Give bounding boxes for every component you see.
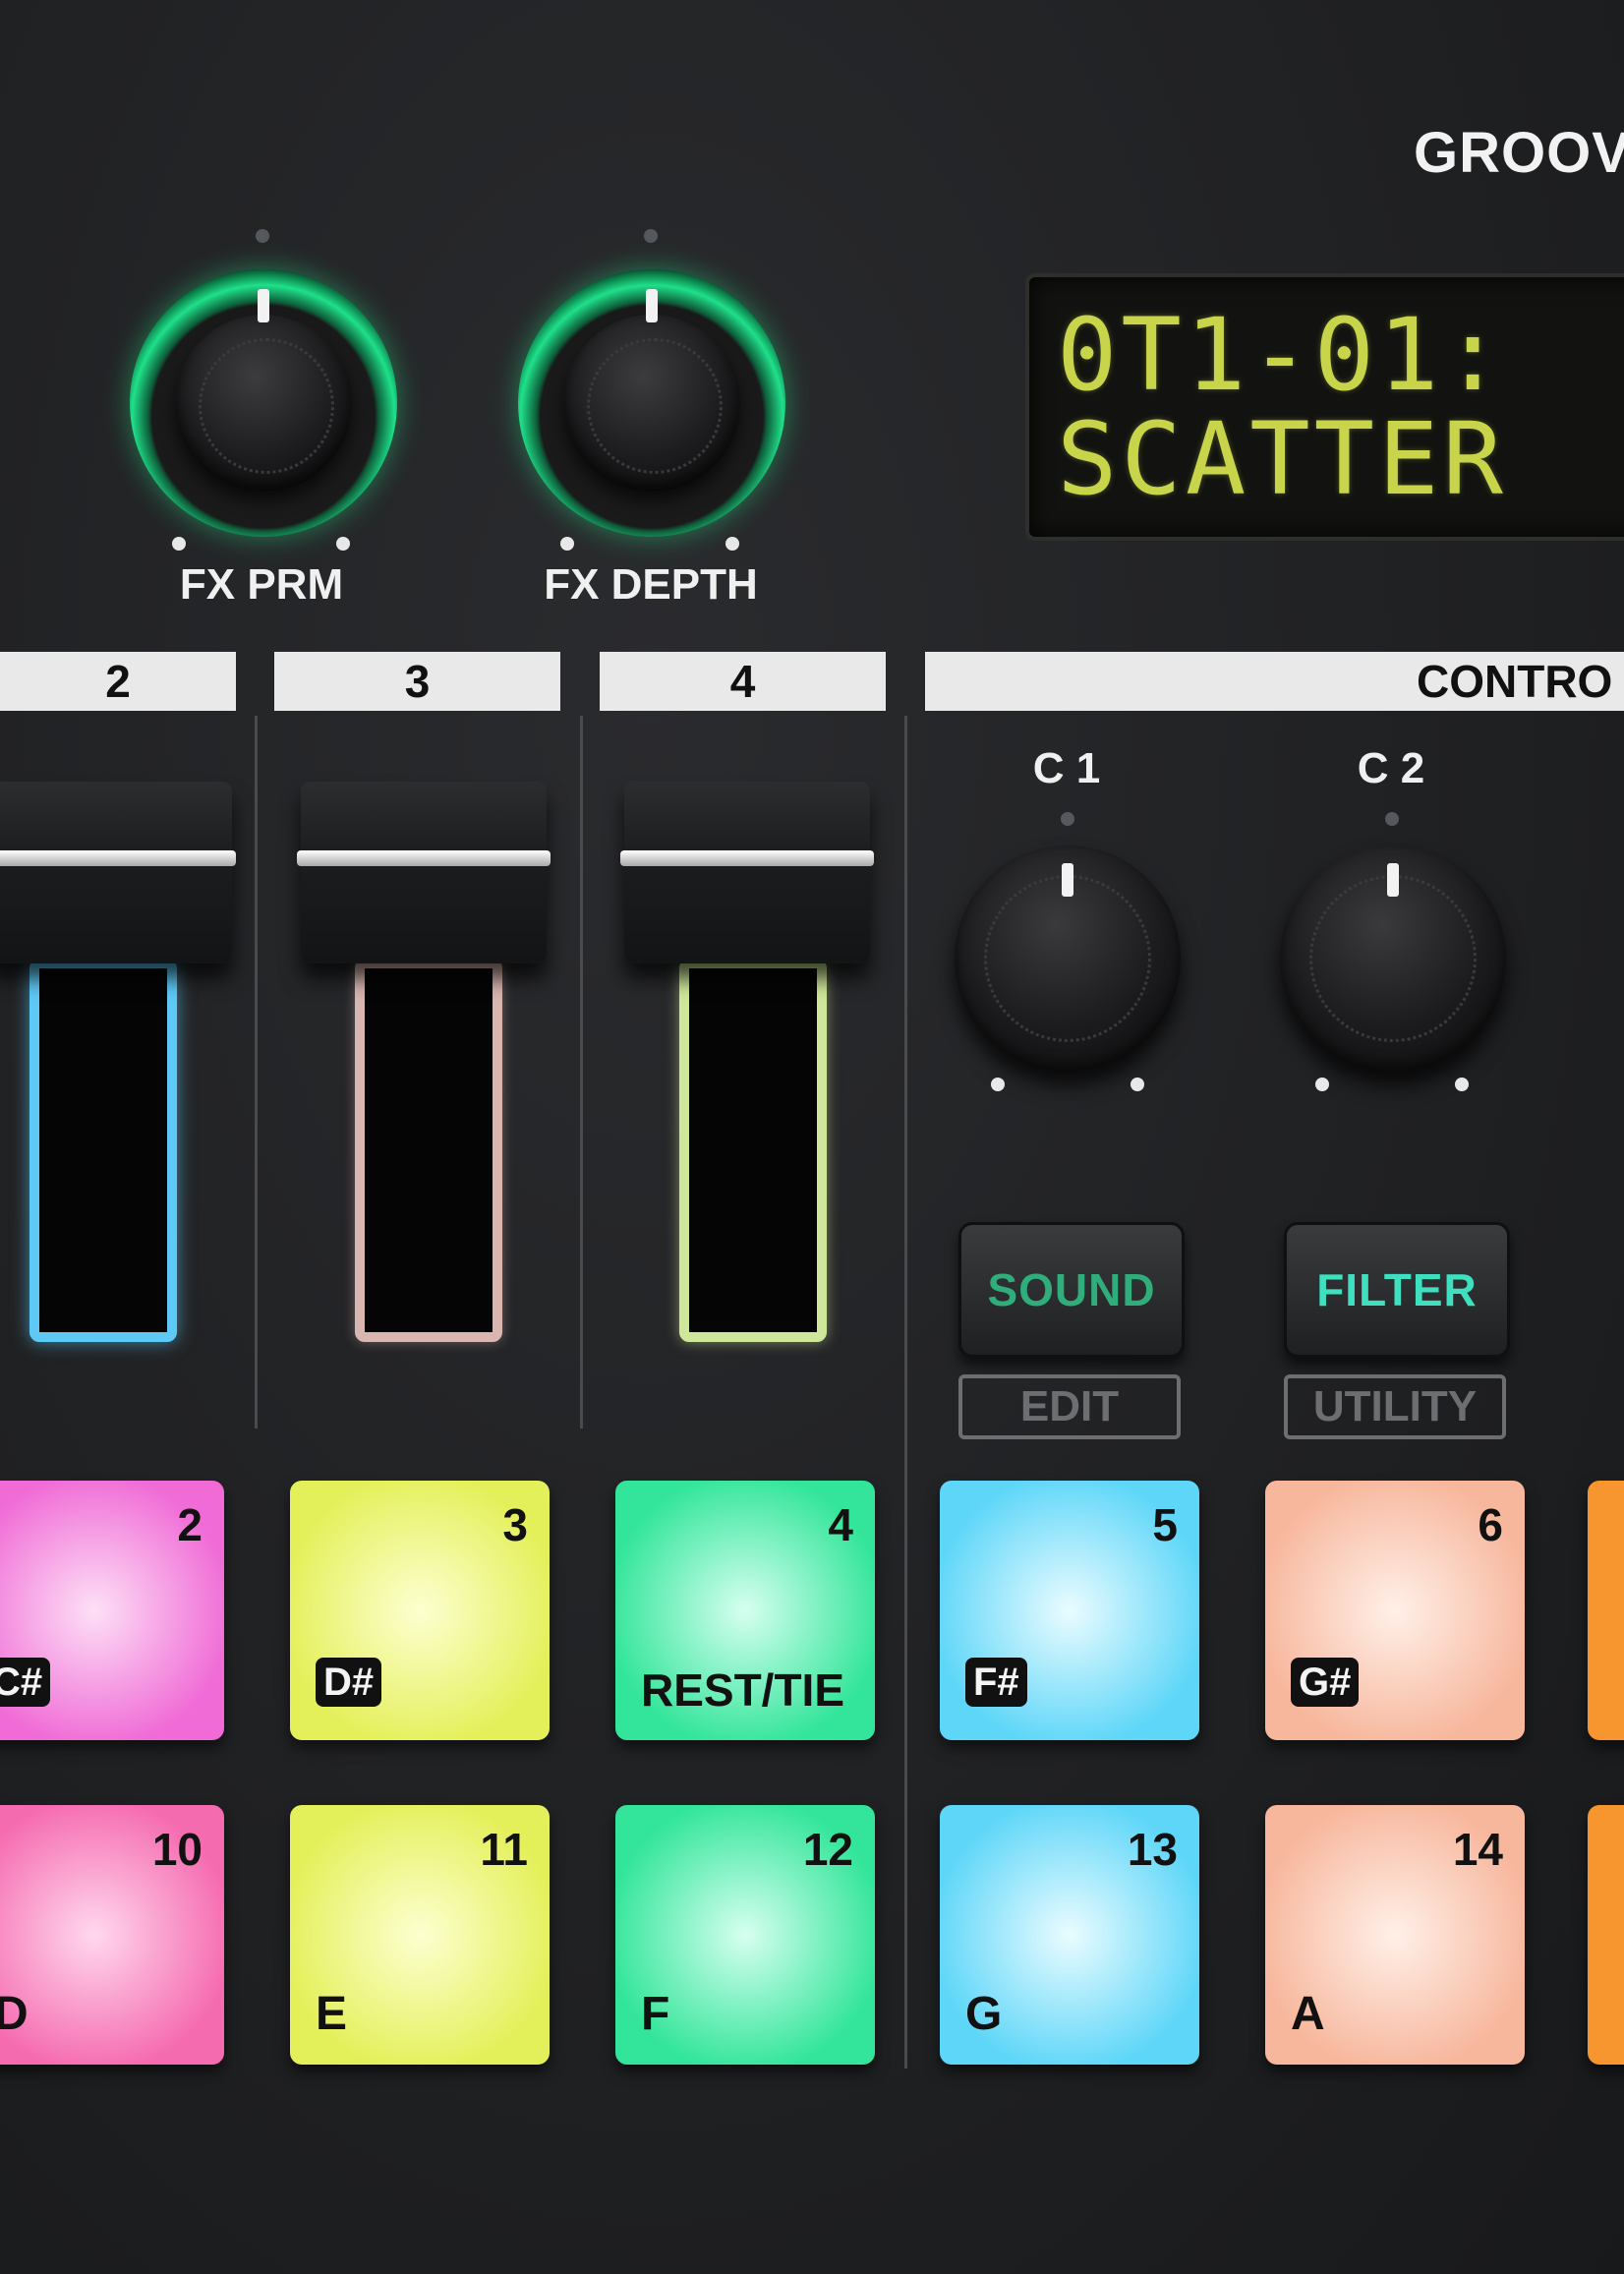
pad-13[interactable]: 13 G: [940, 1805, 1199, 2065]
track-header-2: 2: [0, 652, 236, 711]
pad-10[interactable]: 10 D: [0, 1805, 224, 2065]
pad-number: 11: [480, 1824, 528, 1875]
pad-7[interactable]: [1588, 1481, 1624, 1740]
pad-note: A: [1291, 1988, 1325, 2040]
track-divider: [255, 716, 258, 1429]
device-panel: GROOV FX PRM FX DEPTH 0T1-01: SCATTER 2 …: [0, 0, 1624, 2274]
pad-number: 13: [1127, 1824, 1178, 1875]
control-header: CONTRO: [925, 652, 1624, 711]
fx-depth-knob-cap: [563, 315, 740, 492]
fx-prm-knob-cap: [175, 315, 352, 492]
track-divider: [580, 716, 583, 1429]
fader-track-3-handle[interactable]: [297, 782, 551, 963]
c2-knob[interactable]: [1280, 845, 1506, 1072]
pad-11[interactable]: 11 E: [290, 1805, 550, 2065]
fx-depth-label: FX DEPTH: [544, 560, 758, 609]
c1-max-dot: [1131, 1078, 1144, 1091]
lcd-display: 0T1-01: SCATTER: [1025, 273, 1624, 541]
fader-track-2-slot: [29, 959, 177, 1342]
pad-number: 2: [177, 1499, 203, 1550]
track-header-4: 4: [600, 652, 886, 711]
fader-track-4-slot: [679, 959, 827, 1342]
fx-depth-min-dot: [560, 537, 574, 551]
fx-depth-knob[interactable]: [518, 269, 785, 537]
brand-logo: GROOV: [1414, 121, 1624, 185]
lcd-line-2: SCATTER: [1057, 401, 1507, 518]
fx-prm-indicator-dot: [256, 229, 269, 243]
pad-note: D: [0, 1988, 29, 2040]
pad-number: 12: [802, 1824, 853, 1875]
pad-note: G: [965, 1988, 1003, 2040]
fx-depth-max-dot: [725, 537, 739, 551]
edit-label: EDIT: [958, 1374, 1181, 1439]
pad-number: 14: [1452, 1824, 1503, 1875]
pad-3[interactable]: 3 D#: [290, 1481, 550, 1740]
track-header-3: 3: [274, 652, 560, 711]
pad-number: 6: [1478, 1499, 1503, 1550]
pad-note: E: [316, 1988, 348, 2040]
pad-number: 5: [1152, 1499, 1178, 1550]
pad-note: D#: [316, 1658, 382, 1707]
pad-note: REST/TIE: [641, 1664, 845, 1716]
pad-number: 4: [828, 1499, 853, 1550]
c1-pointer: [1062, 863, 1073, 897]
c2-min-dot: [1315, 1078, 1329, 1091]
pad-5[interactable]: 5 F#: [940, 1481, 1199, 1740]
fx-prm-label: FX PRM: [179, 560, 344, 609]
c1-label: C 1: [1032, 744, 1101, 792]
c1-indicator-dot: [1061, 812, 1074, 826]
pad-note: C#: [0, 1658, 51, 1707]
c1-min-dot: [991, 1078, 1005, 1091]
pad-4[interactable]: 4 REST/TIE: [615, 1481, 875, 1740]
section-divider: [904, 716, 907, 2069]
fx-prm-knob[interactable]: [130, 269, 397, 537]
fx-depth-indicator-dot: [644, 229, 658, 243]
fx-depth-pointer: [646, 289, 658, 322]
c1-knob[interactable]: [955, 845, 1181, 1072]
pad-number: 10: [151, 1824, 203, 1875]
fx-prm-max-dot: [336, 537, 350, 551]
pad-2[interactable]: 2 C#: [0, 1481, 224, 1740]
pad-note: G#: [1291, 1658, 1360, 1707]
pad-note: F: [641, 1988, 670, 2040]
fx-prm-min-dot: [172, 537, 186, 551]
fader-track-2-handle[interactable]: [0, 782, 236, 963]
pad-note: F#: [965, 1658, 1027, 1707]
pad-6[interactable]: 6 G#: [1265, 1481, 1525, 1740]
fader-track-4-handle[interactable]: [620, 782, 874, 963]
c2-indicator-dot: [1385, 812, 1399, 826]
sound-button[interactable]: SOUND: [958, 1222, 1185, 1358]
pad-15[interactable]: [1588, 1805, 1624, 2065]
pad-12[interactable]: 12 F: [615, 1805, 875, 2065]
utility-label: UTILITY: [1284, 1374, 1506, 1439]
lcd-line-1: 0T1-01:: [1057, 297, 1507, 414]
pad-number: 3: [502, 1499, 528, 1550]
c2-pointer: [1387, 863, 1399, 897]
fader-track-3-slot: [355, 959, 502, 1342]
c2-label: C 2: [1357, 744, 1425, 792]
filter-button[interactable]: FILTER: [1284, 1222, 1510, 1358]
fx-prm-pointer: [258, 289, 269, 322]
c2-max-dot: [1455, 1078, 1469, 1091]
pad-14[interactable]: 14 A: [1265, 1805, 1525, 2065]
